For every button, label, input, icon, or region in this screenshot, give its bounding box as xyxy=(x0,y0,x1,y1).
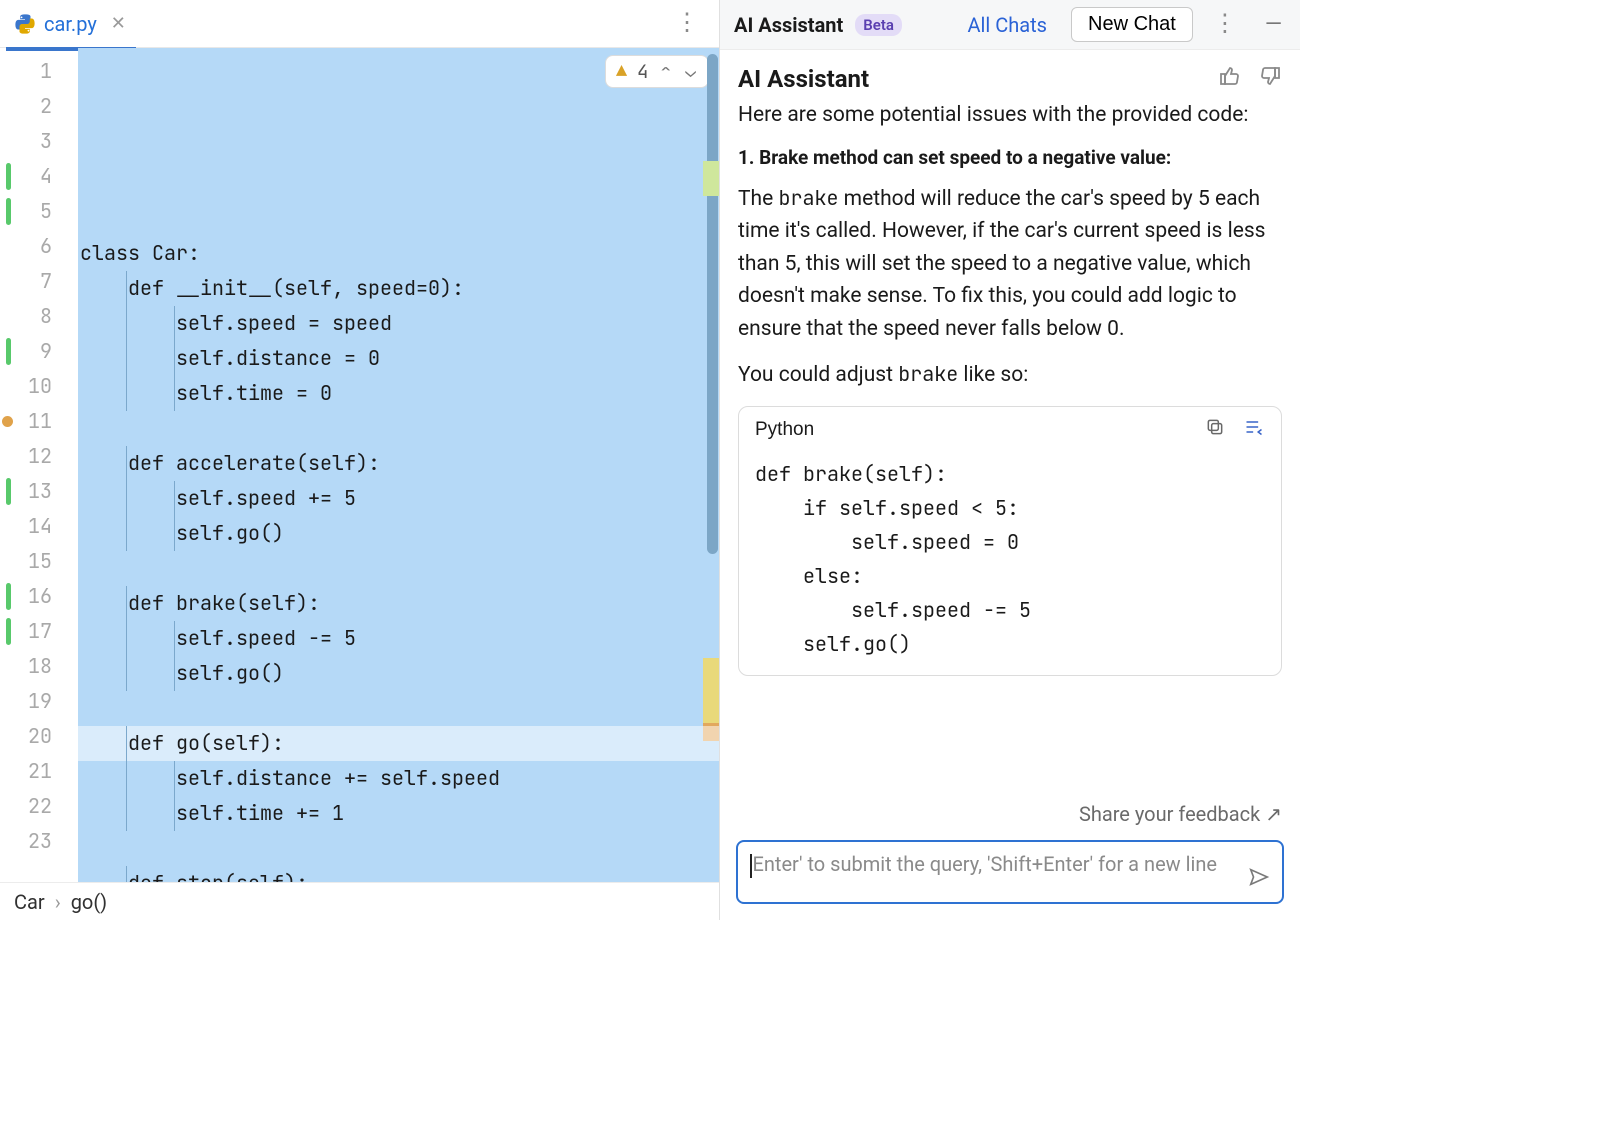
assistant-header: AI Assistant Beta All Chats New Chat ⋮ — xyxy=(720,0,1300,50)
breadcrumb: Car › go() xyxy=(0,882,719,920)
beta-badge: Beta xyxy=(855,14,902,36)
code-line[interactable]: def brake(self): xyxy=(78,586,719,621)
chevron-up-icon[interactable]: ⌃ xyxy=(658,60,673,83)
line-number: 1 xyxy=(0,54,78,89)
more-icon[interactable]: ⋮ xyxy=(1205,12,1245,37)
message-body: The brake method will reduce the car's s… xyxy=(738,183,1282,346)
breadcrumb-class[interactable]: Car xyxy=(14,890,45,914)
line-number: 20 xyxy=(0,719,78,754)
tab-more-icon[interactable]: ⋮ xyxy=(661,11,715,36)
line-number: 3 xyxy=(0,124,78,159)
code-line[interactable]: def go(self): xyxy=(78,726,719,761)
file-tab-car[interactable]: car.py ✕ xyxy=(4,4,136,44)
warning-icon: ▲ xyxy=(616,60,627,83)
code-line[interactable]: self.speed -= 5 xyxy=(78,621,719,656)
insert-icon[interactable] xyxy=(1243,417,1265,443)
minimize-icon[interactable]: — xyxy=(1257,12,1290,37)
code-line[interactable]: class Car: xyxy=(78,236,719,271)
line-number: 19 xyxy=(0,684,78,719)
line-number: 10 xyxy=(0,369,78,404)
line-number: 22 xyxy=(0,789,78,824)
line-number: 17 xyxy=(0,614,78,649)
line-number: 13 xyxy=(0,474,78,509)
code-card-header: Python xyxy=(739,407,1281,453)
feedback-link[interactable]: Share your feedback ↗ xyxy=(720,792,1300,826)
assistant-header-title: AI Assistant xyxy=(734,13,843,37)
line-number: 11 xyxy=(0,404,78,439)
chevron-down-icon[interactable]: ⌄ xyxy=(683,60,698,83)
copy-icon[interactable] xyxy=(1205,417,1225,443)
code-line[interactable] xyxy=(78,411,719,446)
line-number: 4 xyxy=(0,159,78,194)
line-number: 15 xyxy=(0,544,78,579)
code-line[interactable]: self.time += 1 xyxy=(78,796,719,831)
thumbs-up-icon[interactable] xyxy=(1218,64,1242,93)
editor-body: 1234567891011121314151617181920212223 ▲ … xyxy=(0,48,719,882)
line-number: 7 xyxy=(0,264,78,299)
close-icon[interactable]: ✕ xyxy=(111,13,126,34)
line-number: 12 xyxy=(0,439,78,474)
code-line[interactable]: self.speed += 5 xyxy=(78,481,719,516)
line-number: 18 xyxy=(0,649,78,684)
message-intro: Here are some potential issues with the … xyxy=(738,99,1282,132)
code-line[interactable]: def accelerate(self): xyxy=(78,446,719,481)
code-line[interactable] xyxy=(78,831,719,866)
breadcrumb-method[interactable]: go() xyxy=(71,890,107,914)
all-chats-link[interactable]: All Chats xyxy=(967,13,1047,37)
line-number: 16 xyxy=(0,579,78,614)
assistant-pane: AI Assistant Beta All Chats New Chat ⋮ —… xyxy=(720,0,1300,920)
code-line[interactable]: self.go() xyxy=(78,656,719,691)
inspection-pill[interactable]: ▲ 4 ⌃ ⌄ xyxy=(605,55,709,88)
message-body-2: You could adjust brake like so: xyxy=(738,359,1282,392)
code-suggestion-card: Python def brake(self): if self.speed < … xyxy=(738,406,1282,676)
line-number: 9 xyxy=(0,334,78,369)
line-gutter: 1234567891011121314151617181920212223 xyxy=(0,48,78,882)
tab-bar: car.py ✕ ⋮ xyxy=(0,0,719,48)
code-card-body: def brake(self): if self.speed < 5: self… xyxy=(739,453,1281,675)
line-number: 2 xyxy=(0,89,78,124)
chat-input[interactable]: Enter' to submit the query, 'Shift+Enter… xyxy=(736,840,1284,904)
line-number: 21 xyxy=(0,754,78,789)
code-line[interactable] xyxy=(78,551,719,586)
minimap-marker[interactable] xyxy=(703,161,719,196)
code-line[interactable]: self.speed = speed xyxy=(78,306,719,341)
send-icon[interactable] xyxy=(1248,866,1270,894)
code-area[interactable]: ▲ 4 ⌃ ⌄ class Car: def __init__(self, sp… xyxy=(78,48,719,882)
editor-pane: car.py ✕ ⋮ 12345678910111213141516171819… xyxy=(0,0,720,920)
line-number: 14 xyxy=(0,509,78,544)
message-title: AI Assistant xyxy=(738,65,869,93)
chat-input-row: Enter' to submit the query, 'Shift+Enter… xyxy=(720,826,1300,920)
code-line[interactable]: self.distance = 0 xyxy=(78,341,719,376)
code-line[interactable]: def __init__(self, speed=0): xyxy=(78,271,719,306)
thumbs-down-icon[interactable] xyxy=(1258,64,1282,93)
code-line[interactable]: self.go() xyxy=(78,516,719,551)
code-line[interactable]: self.distance += self.speed xyxy=(78,761,719,796)
python-icon xyxy=(14,13,36,35)
file-tab-label: car.py xyxy=(44,12,97,36)
line-number: 5 xyxy=(0,194,78,229)
message-point-title: 1. Brake method can set speed to a negat… xyxy=(738,146,1282,169)
chat-placeholder: Enter' to submit the query, 'Shift+Enter… xyxy=(753,852,1218,876)
line-number: 6 xyxy=(0,229,78,264)
line-number: 8 xyxy=(0,299,78,334)
inspection-count: 4 xyxy=(637,59,648,84)
code-lang-label: Python xyxy=(755,419,814,441)
code-line[interactable]: self.time = 0 xyxy=(78,376,719,411)
message-header: AI Assistant xyxy=(738,64,1282,93)
code-line[interactable]: def stop(self): xyxy=(78,866,719,882)
breadcrumb-sep: › xyxy=(55,890,61,914)
code-line[interactable] xyxy=(78,691,719,726)
new-chat-button[interactable]: New Chat xyxy=(1071,7,1193,42)
line-number: 23 xyxy=(0,824,78,859)
assistant-body: AI Assistant Here are some potential iss… xyxy=(720,50,1300,792)
